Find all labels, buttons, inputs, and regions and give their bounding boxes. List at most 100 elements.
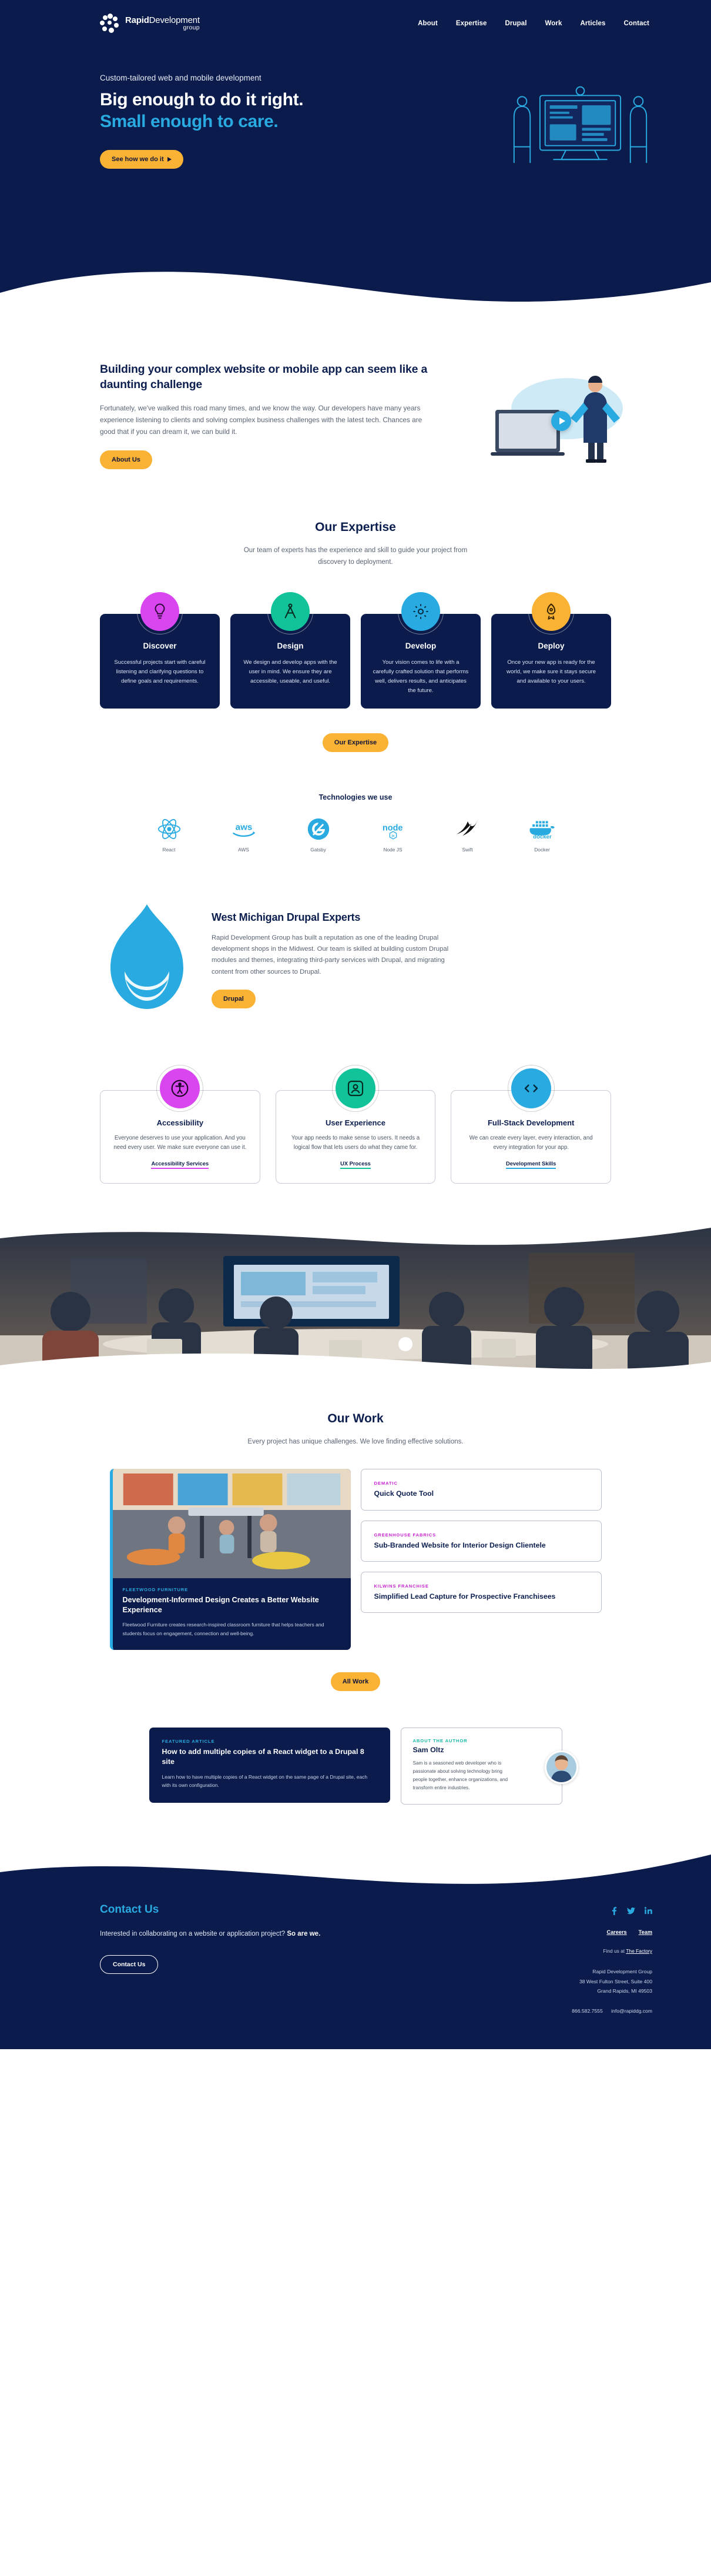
address-line-2: 38 West Fulton Street, Suite 400 [579,1978,652,1984]
tech-item-gatsby: Gatsby [294,817,343,853]
video-play-button[interactable] [551,411,571,431]
service-card-title: Full-Stack Development [487,1118,575,1127]
work-item-greenhouse-fabrics[interactable]: GREENHOUSE FABRICS Sub-Branded Website f… [360,1520,602,1562]
brand-subtitle: group [183,24,200,32]
nav-links: About Expertise Drupal Work Articles Con… [418,20,649,27]
circle-dots-logo-icon [100,14,120,34]
service-card-accessibility[interactable]: Accessibility Everyone deserves to use y… [100,1064,260,1184]
expertise-subtitle: Our team of experts has the experience a… [243,547,468,566]
footer-wave-divider [0,1846,711,1892]
accessibility-services-link[interactable]: Accessibility Services [151,1161,209,1169]
all-work-button[interactable]: All Work [330,1672,381,1691]
our-expertise-button[interactable]: Our Expertise [322,733,389,752]
about-us-button[interactable]: About Us [100,450,152,470]
svg-text:aws: aws [235,822,252,832]
contact-us-button[interactable]: Contact Us [100,1955,159,1974]
work-feature-title: Development-Informed Design Creates a Be… [122,1596,319,1615]
work-subtitle: Every project has unique challenges. We … [247,1438,464,1445]
see-how-we-do-it-button[interactable]: See how we do it [100,150,183,169]
ux-process-link[interactable]: UX Process [340,1161,371,1169]
author-bio: Sam is a seasoned web developer who is p… [412,1760,508,1790]
svg-text:docker: docker [533,834,552,840]
footer-body-bold: So are we. [287,1930,321,1937]
rocket-icon [528,589,574,635]
team-photo-band [0,1223,711,1376]
address-line-3: Grand Rapids, MI 49503 [597,1988,652,1994]
aws-logo-icon: aws [220,817,268,841]
footer-address: Rapid Development Group 38 West Fulton S… [572,1967,652,1996]
nodejs-logo-icon: node js [369,817,417,841]
footer-body-normal: Interested in collaborating on a website… [100,1930,287,1937]
nav-item-expertise[interactable]: Expertise [456,20,487,27]
nav-item-contact[interactable]: Contact [623,20,649,27]
development-skills-link[interactable]: Development Skills [506,1161,556,1169]
tech-item-label: Docker [534,846,550,853]
technologies-heading: Technologies we use [318,793,393,801]
technologies-list: React aws AWS Gatsby node js Node JS Swi… [0,817,711,853]
footer-title: Contact Us [100,1903,159,1916]
user-profile-icon [332,1064,379,1112]
drupal-button[interactable]: Drupal [212,990,256,1009]
accessibility-person-icon [156,1064,204,1112]
work-item-title: Quick Quote Tool [374,1489,434,1498]
tech-item-label: Gatsby [310,846,326,853]
tech-item-swift: Swift [444,817,492,853]
expertise-section: Our Expertise Our team of experts has th… [0,470,711,752]
author-name: Sam Oltz [412,1745,444,1754]
expertise-card-develop[interactable]: Develop Your vision comes to life with a… [361,589,481,709]
intro-section: Building your complex website or mobile … [0,306,711,470]
find-us-prefix: Find us at [603,1947,626,1954]
expertise-title: Our Expertise [315,520,396,534]
swift-bird-icon [444,817,492,841]
phone-link[interactable]: 866.582.7555 [572,2008,603,2014]
work-item-title: Simplified Lead Capture for Prospective … [374,1592,556,1601]
hero-cta-label: See how we do it [112,156,164,163]
intro-video-thumbnail[interactable] [479,367,643,470]
featured-article-body: Learn how to have multiple copies of a R… [162,1773,368,1789]
about-author-eyebrow: ABOUT THE AUTHOR [412,1738,468,1743]
work-item-eyebrow: DEMATIC [374,1481,398,1486]
service-card-body: Your app needs to make sense to users. I… [291,1134,420,1151]
the-factory-link[interactable]: The Factory [626,1948,652,1954]
hero-eyebrow: Custom-tailored web and mobile developme… [100,73,261,82]
react-atom-icon [145,817,193,841]
nav-item-about[interactable]: About [418,20,438,27]
play-triangle-icon [167,157,172,162]
work-feature-card[interactable]: FLEETWOOD FURNITURE Development-Informed… [109,1469,351,1650]
expertise-card-body: Your vision comes to life with a careful… [373,659,469,694]
work-item-title: Sub-Branded Website for Interior Design … [374,1541,546,1549]
expertise-card-body: We design and develop apps with the user… [243,659,337,684]
nav-item-drupal[interactable]: Drupal [505,20,527,27]
expertise-card-deploy[interactable]: Deploy Once your new app is ready for th… [491,589,611,709]
article-author-section: FEATURED ARTICLE How to add multiple cop… [0,1727,711,1805]
twitter-icon[interactable] [627,1907,635,1915]
service-card-title: Accessibility [156,1118,204,1127]
brand-logo[interactable]: RapidDevelopment group [100,14,200,34]
expertise-card-body: Once your new app is ready for the world… [507,659,596,684]
work-list: DEMATIC Quick Quote Tool GREENHOUSE FABR… [360,1469,602,1613]
drupal-droplet-icon [100,902,200,1028]
work-item-kilwins-franchise[interactable]: KILWINS FRANCHISE Simplified Lead Captur… [360,1572,602,1613]
drupal-section: West Michigan Drupal Experts Rapid Devel… [0,853,711,1028]
featured-article-title: How to add multiple copies of a React wi… [162,1747,364,1766]
service-card-user-experience[interactable]: User Experience Your app needs to make s… [275,1064,436,1184]
expertise-cards: Discover Successful projects start with … [0,589,711,709]
expertise-card-title: Deploy [538,642,565,651]
team-link[interactable]: Team [639,1929,652,1935]
nav-item-articles[interactable]: Articles [580,20,605,27]
careers-link[interactable]: Careers [606,1929,626,1935]
hero-title-line1: Big enough to do it right. [100,90,304,109]
facebook-icon[interactable] [611,1907,618,1915]
email-link[interactable]: info@rapiddg.com [611,2008,652,2014]
work-item-dematic[interactable]: DEMATIC Quick Quote Tool [360,1469,602,1511]
compass-drafting-icon [267,589,313,635]
linkedin-icon[interactable] [645,1907,652,1915]
gatsby-logo-icon [294,817,343,841]
service-card-full-stack[interactable]: Full-Stack Development We can create eve… [451,1064,612,1184]
expertise-card-discover[interactable]: Discover Successful projects start with … [100,589,220,709]
svg-text:js: js [391,834,394,837]
featured-article-card[interactable]: FEATURED ARTICLE How to add multiple cop… [149,1727,390,1803]
expertise-card-design[interactable]: Design We design and develop apps with t… [230,589,350,709]
footer-body: Interested in collaborating on a website… [100,1928,353,1940]
nav-item-work[interactable]: Work [545,20,562,27]
